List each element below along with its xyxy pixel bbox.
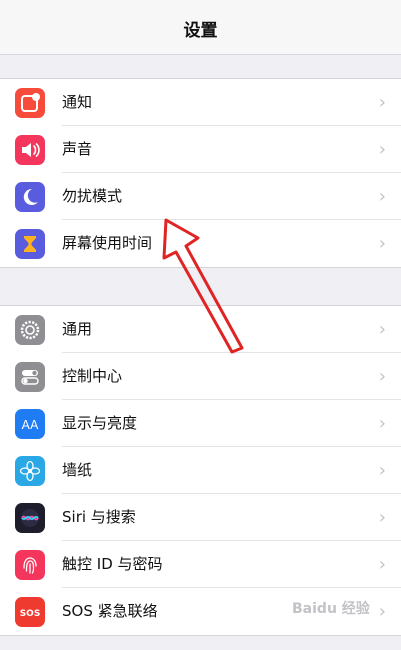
settings-row-label: 显示与亮度 bbox=[62, 414, 138, 432]
settings-row-label: 墙纸 bbox=[62, 461, 93, 479]
settings-row-touch-id-passcode[interactable]: 触控 ID 与密码 › bbox=[0, 541, 401, 588]
chevron-right-icon: › bbox=[378, 139, 386, 160]
settings-row-general[interactable]: 通用 › bbox=[0, 306, 401, 353]
baidu-watermark: Baidu 经验 bbox=[292, 601, 370, 617]
chevron-right-icon: › bbox=[378, 233, 386, 254]
settings-row-label: 触控 ID 与密码 bbox=[62, 555, 163, 573]
chevron-right-icon: › bbox=[378, 319, 386, 340]
chevron-right-icon: › bbox=[378, 507, 386, 528]
control-center-icon bbox=[15, 362, 45, 392]
settings-row-label: 控制中心 bbox=[62, 367, 123, 385]
sounds-icon bbox=[15, 135, 45, 165]
settings-group-1: 通知 › 声音 › 勿扰模式 › 屏幕使用时间 › bbox=[0, 78, 401, 268]
settings-row-label: 通用 bbox=[62, 320, 93, 338]
settings-row-label: Siri 与搜索 bbox=[62, 508, 136, 526]
siri-icon bbox=[15, 503, 45, 533]
settings-group-2: 通用 › 控制中心 › AA 显示与亮度 › 墙纸 › Siri 与搜索 › 触… bbox=[0, 305, 401, 636]
settings-row-siri-search[interactable]: Siri 与搜索 › bbox=[0, 494, 401, 541]
settings-row-screen-time[interactable]: 屏幕使用时间 › bbox=[0, 220, 401, 267]
svg-text:AA: AA bbox=[22, 418, 40, 432]
settings-row-label: 屏幕使用时间 bbox=[62, 234, 153, 252]
settings-row-notifications[interactable]: 通知 › bbox=[0, 79, 401, 126]
settings-row-do-not-disturb[interactable]: 勿扰模式 › bbox=[0, 173, 401, 220]
chevron-right-icon: › bbox=[378, 413, 386, 434]
settings-row-sounds[interactable]: 声音 › bbox=[0, 126, 401, 173]
emergency-sos-icon: SOS bbox=[15, 597, 45, 627]
notifications-icon bbox=[15, 88, 45, 118]
chevron-right-icon: › bbox=[378, 186, 386, 207]
chevron-right-icon: › bbox=[378, 460, 386, 481]
settings-row-wallpaper[interactable]: 墙纸 › bbox=[0, 447, 401, 494]
settings-row-control-center[interactable]: 控制中心 › bbox=[0, 353, 401, 400]
settings-row-label: 勿扰模式 bbox=[62, 187, 123, 205]
settings-row-label: 声音 bbox=[62, 140, 93, 158]
page-title: 设置 bbox=[183, 21, 218, 41]
chevron-right-icon: › bbox=[378, 366, 386, 387]
chevron-right-icon: › bbox=[378, 554, 386, 575]
do-not-disturb-moon-icon bbox=[15, 182, 45, 212]
chevron-right-icon: › bbox=[378, 92, 386, 113]
settings-row-display-brightness[interactable]: AA 显示与亮度 › bbox=[0, 400, 401, 447]
wallpaper-icon bbox=[15, 456, 45, 486]
touch-id-fingerprint-icon bbox=[15, 550, 45, 580]
navigation-header: 设置 bbox=[0, 0, 401, 55]
screen-time-hourglass-icon bbox=[15, 229, 45, 259]
display-brightness-icon: AA bbox=[15, 409, 45, 439]
chevron-right-icon: › bbox=[378, 601, 386, 622]
sos-icon-text: SOS bbox=[20, 609, 41, 619]
settings-row-label: SOS 紧急联络 bbox=[62, 602, 158, 620]
general-gear-icon bbox=[15, 315, 45, 345]
settings-row-label: 通知 bbox=[62, 93, 93, 111]
